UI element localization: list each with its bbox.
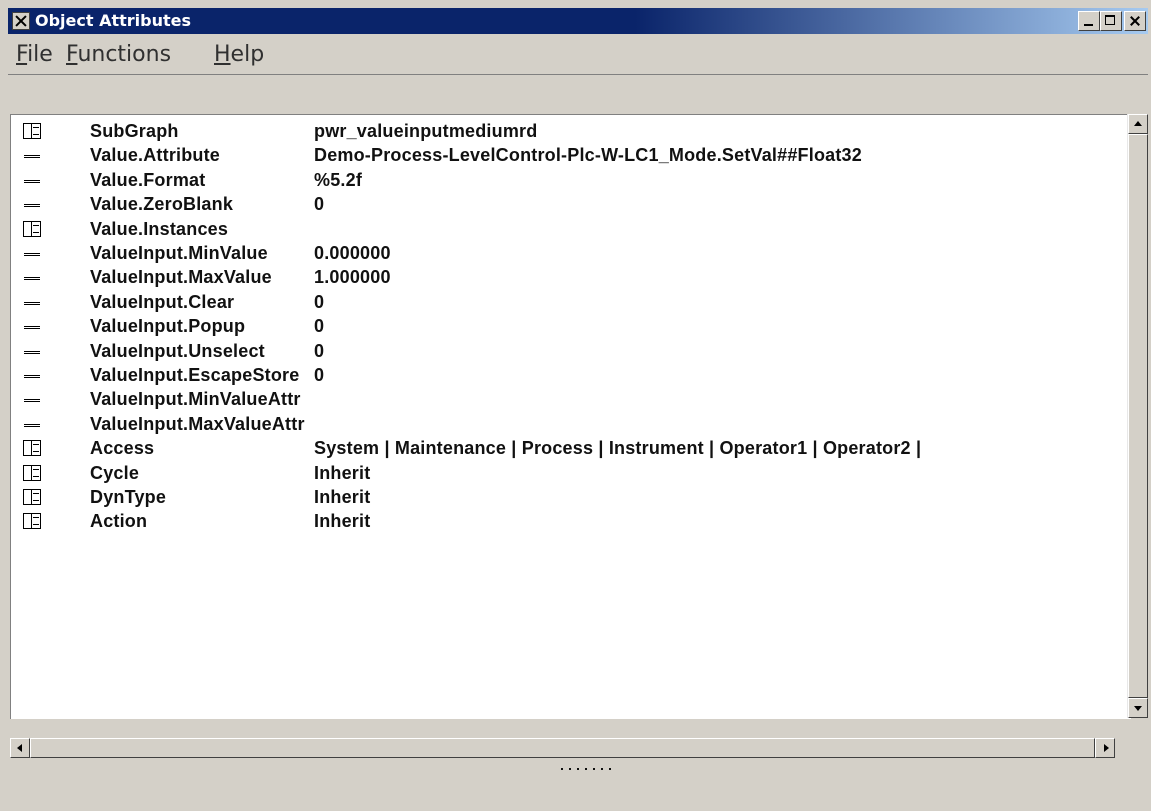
leaf-icon	[23, 269, 41, 285]
attribute-name: Value.Format	[90, 169, 206, 190]
horizontal-scrollbar[interactable]	[10, 738, 1115, 758]
folder-icon[interactable]	[23, 489, 41, 505]
attribute-value: %5.2f	[314, 169, 363, 190]
leaf-icon	[23, 391, 41, 407]
attribute-name: ValueInput.Clear	[90, 291, 235, 312]
attribute-row[interactable]: SubGraph pwr_valueinputmediumrd	[11, 119, 1111, 143]
attribute-value: 0	[314, 316, 325, 337]
leaf-icon	[23, 196, 41, 212]
menu-functions-label: unctions	[77, 42, 172, 67]
vertical-scroll-thumb[interactable]	[1128, 134, 1148, 698]
menu-file[interactable]: File	[16, 42, 53, 68]
title-bar[interactable]: Object Attributes	[8, 8, 1148, 34]
attribute-name: ValueInput.Unselect	[90, 340, 265, 361]
attribute-row[interactable]: ValueInput.EscapeStore 0	[11, 363, 1111, 387]
attribute-row[interactable]: ValueInput.MaxValue 1.000000	[11, 265, 1111, 289]
leaf-icon	[23, 245, 41, 261]
attribute-value: Inherit	[314, 462, 371, 483]
attribute-value: 1.000000	[314, 267, 391, 288]
attribute-name: Access	[90, 438, 155, 459]
attribute-name: ValueInput.MaxValue	[90, 267, 272, 288]
arrow-up-icon	[1134, 121, 1142, 126]
menu-help-label: elp	[230, 42, 265, 67]
arrow-right-icon	[1104, 744, 1109, 752]
attribute-name: ValueInput.Popup	[90, 316, 246, 337]
attribute-row[interactable]: Value.Attribute Demo-Process-LevelControl…	[11, 143, 1111, 167]
attribute-name: ValueInput.MinValueAttr	[90, 389, 301, 410]
leaf-icon	[23, 294, 41, 310]
leaf-icon	[23, 318, 41, 334]
scroll-left-button[interactable]	[10, 738, 30, 758]
attribute-value: 0	[314, 340, 325, 361]
folder-icon[interactable]	[23, 440, 41, 457]
vertical-scrollbar[interactable]	[1127, 114, 1148, 718]
scroll-up-button[interactable]	[1128, 114, 1148, 134]
menu-bar: File Functions Help	[8, 34, 1148, 75]
close-button[interactable]	[1124, 11, 1146, 31]
attribute-row[interactable]: Cycle Inherit	[11, 461, 1111, 485]
resize-grip[interactable]	[558, 767, 614, 771]
attribute-row[interactable]: ValueInput.Unselect 0	[11, 339, 1111, 363]
attribute-name: Cycle	[90, 462, 140, 483]
attribute-value: 0.000000	[314, 243, 391, 263]
object-attributes-window: Object Attributes File Functions Help Su…	[0, 0, 1151, 811]
attribute-row[interactable]: DynType Inherit	[11, 485, 1111, 509]
attribute-name: Value.Attribute	[90, 145, 221, 166]
attribute-name: ValueInput.MinValue	[90, 243, 268, 263]
leaf-icon	[23, 367, 41, 383]
attribute-row[interactable]: Value.Format %5.2f	[11, 168, 1111, 192]
attribute-value: 0	[314, 365, 325, 385]
attribute-row[interactable]: Value.Instances	[11, 217, 1111, 241]
arrow-left-icon	[17, 744, 22, 752]
attribute-row[interactable]: Value.ZeroBlank 0	[11, 192, 1111, 216]
attribute-name: Action	[90, 511, 148, 532]
menu-file-label: ile	[27, 42, 53, 67]
leaf-icon	[23, 343, 41, 359]
attribute-value: 0	[314, 194, 325, 215]
attribute-value: System | Maintenance | Process | Instrum…	[314, 438, 922, 459]
leaf-icon	[23, 172, 41, 188]
minimize-button[interactable]	[1078, 11, 1100, 31]
scroll-down-button[interactable]	[1128, 698, 1148, 718]
status-bar	[8, 774, 1148, 804]
menu-functions[interactable]: Functions	[66, 42, 171, 68]
leaf-icon	[23, 147, 41, 163]
folder-icon[interactable]	[23, 464, 41, 481]
folder-icon[interactable]	[23, 220, 41, 237]
attribute-list[interactable]: SubGraph pwr_valueinputmediumrd Value.Attr…	[10, 114, 1131, 719]
attribute-name: ValueInput.EscapeStore	[90, 365, 300, 385]
scroll-right-button[interactable]	[1095, 738, 1115, 758]
attribute-value: Inherit	[314, 511, 371, 532]
attribute-value: 0	[314, 291, 325, 312]
attribute-row[interactable]: Access System | Maintenance | Process | I…	[11, 436, 1111, 460]
attribute-row[interactable]: ValueInput.MinValueAttr	[11, 387, 1111, 411]
window-title: Object Attributes	[35, 11, 192, 30]
horizontal-scroll-thumb[interactable]	[30, 738, 1095, 758]
folder-icon[interactable]	[23, 513, 41, 530]
attribute-row[interactable]: Action Inherit	[11, 509, 1111, 533]
menu-help-mnemonic: H	[214, 42, 231, 67]
maximize-button[interactable]	[1100, 11, 1122, 31]
menu-functions-mnemonic: F	[66, 42, 78, 67]
attribute-value: Inherit	[314, 487, 371, 507]
attribute-value: Demo-Process-LevelControl-Plc-W-LC1_Mode…	[314, 145, 862, 166]
folder-icon[interactable]	[23, 123, 41, 139]
menu-help[interactable]: Help	[214, 42, 264, 68]
attribute-name: DynType	[90, 487, 167, 507]
attribute-row[interactable]: ValueInput.MaxValueAttr	[11, 412, 1111, 436]
attribute-row[interactable]: ValueInput.Popup 0	[11, 314, 1111, 338]
leaf-icon	[23, 416, 41, 432]
attribute-value: pwr_valueinputmediumrd	[314, 121, 538, 141]
menu-file-mnemonic: F	[16, 42, 28, 67]
attribute-name: Value.ZeroBlank	[90, 194, 234, 215]
attribute-name: Value.Instances	[90, 218, 229, 239]
x-app-icon[interactable]	[12, 12, 30, 30]
attribute-row[interactable]: ValueInput.Clear 0	[11, 290, 1111, 314]
arrow-down-icon	[1134, 706, 1142, 711]
attribute-row[interactable]: ValueInput.MinValue 0.000000	[11, 241, 1111, 265]
attribute-name: ValueInput.MaxValueAttr	[90, 413, 305, 434]
attribute-name: SubGraph	[90, 121, 179, 141]
